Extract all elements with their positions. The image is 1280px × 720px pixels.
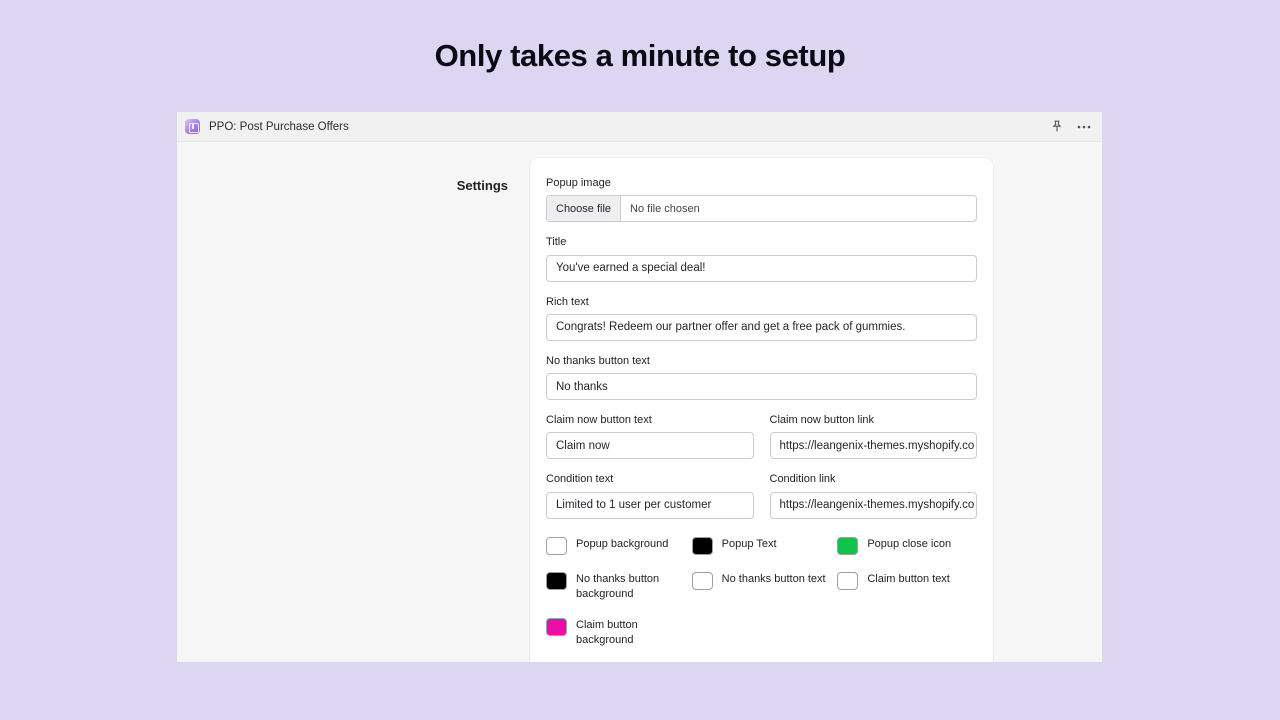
field-claim-now-button-text: Claim now button text Claim now xyxy=(546,413,754,460)
claim-now-button-text-label: Claim now button text xyxy=(546,414,652,427)
claim-now-button-link-label: Claim now button link xyxy=(769,414,875,427)
window-body: Settings Popup image Choose file No file… xyxy=(177,142,1102,662)
condition-text-label: Condition text xyxy=(546,473,614,486)
color-label: Popup background xyxy=(576,537,669,550)
color-swatch-icon[interactable] xyxy=(546,536,567,555)
color-swatch-icon[interactable] xyxy=(546,571,567,590)
choose-file-button[interactable]: Choose file xyxy=(547,196,622,222)
condition-row: Condition text Limited to 1 user per cus… xyxy=(546,472,977,519)
app-grid-icon xyxy=(185,119,200,134)
file-status-text: No file chosen xyxy=(630,202,700,215)
color-picker-popup-close-icon[interactable]: Popup close icon xyxy=(837,536,977,555)
app-title: PPO: Post Purchase Offers xyxy=(209,120,349,133)
color-swatch-icon[interactable] xyxy=(837,536,859,555)
claim-now-button-text-input[interactable]: Claim now xyxy=(546,432,754,460)
color-picker-claim-button-text[interactable]: Claim button text xyxy=(837,571,977,590)
no-thanks-button-text-input[interactable]: No thanks xyxy=(546,373,977,401)
color-swatch-icon[interactable] xyxy=(691,571,713,590)
color-label: Claim button background xyxy=(576,619,638,647)
title-input[interactable]: You've earned a special deal! xyxy=(546,254,977,282)
rich-text-label: Rich text xyxy=(546,295,589,308)
settings-left-pane: Settings xyxy=(177,158,530,662)
color-label: No thanks button text xyxy=(721,572,826,585)
color-swatch-icon[interactable] xyxy=(691,536,713,555)
color-label: No thanks button background xyxy=(576,572,660,600)
title-label: Title xyxy=(546,236,567,249)
color-label: Popup close icon xyxy=(867,537,952,550)
color-swatch-icon[interactable] xyxy=(837,571,859,590)
page-headline: Only takes a minute to setup xyxy=(0,0,1280,112)
field-title: Title You've earned a special deal! xyxy=(546,235,977,282)
field-no-thanks-button-text: No thanks button text No thanks xyxy=(546,354,977,401)
popup-image-label: Popup image xyxy=(546,177,611,189)
claim-now-button-link-input[interactable]: https://leangenix-themes.myshopify.co xyxy=(769,432,977,460)
app-window: PPO: Post Purchase Offers Settings Popup… xyxy=(177,112,1102,662)
field-claim-now-button-link: Claim now button link https://leangenix-… xyxy=(769,413,977,460)
page-title: Settings xyxy=(456,178,508,193)
color-picker-no-thanks-button-text[interactable]: No thanks button text xyxy=(691,571,832,590)
titlebar-actions xyxy=(1049,119,1092,135)
condition-text-input[interactable]: Limited to 1 user per customer xyxy=(546,491,754,519)
condition-link-input[interactable]: https://leangenix-themes.myshopify.co xyxy=(769,491,977,519)
more-options-icon[interactable] xyxy=(1076,119,1092,135)
headline-text: Only takes a minute to setup xyxy=(434,38,846,73)
color-picker-popup-background[interactable]: Popup background xyxy=(546,536,686,555)
pin-icon[interactable] xyxy=(1049,119,1065,135)
color-picker-claim-button-background[interactable]: Claim button background xyxy=(546,617,686,648)
color-swatch-icon[interactable] xyxy=(546,618,567,637)
color-picker-no-thanks-button-background[interactable]: No thanks button background xyxy=(546,571,686,602)
condition-link-label: Condition link xyxy=(769,473,836,486)
field-condition-link: Condition link https://leangenix-themes.… xyxy=(769,472,977,519)
field-condition-text: Condition text Limited to 1 user per cus… xyxy=(546,472,754,519)
claim-now-row: Claim now button text Claim now Claim no… xyxy=(546,413,977,460)
color-label: Popup Text xyxy=(721,537,777,550)
app-titlebar: PPO: Post Purchase Offers xyxy=(177,112,1102,142)
no-thanks-button-text-label: No thanks button text xyxy=(546,354,650,367)
settings-form-card: Popup image Choose file No file chosen T… xyxy=(530,158,993,662)
card-right-gutter xyxy=(993,158,1102,662)
field-rich-text: Rich text Congrats! Redeem our partner o… xyxy=(546,295,977,341)
field-popup-image: Popup image Choose file No file chosen xyxy=(546,176,977,223)
popup-image-file-input[interactable]: Choose file No file chosen xyxy=(546,195,977,223)
color-label: Claim button text xyxy=(867,572,950,585)
color-swatch-grid: Popup background Popup Text Popup close … xyxy=(546,536,977,648)
color-picker-popup-text[interactable]: Popup Text xyxy=(691,536,832,555)
rich-text-input[interactable]: Congrats! Redeem our partner offer and g… xyxy=(546,313,977,341)
